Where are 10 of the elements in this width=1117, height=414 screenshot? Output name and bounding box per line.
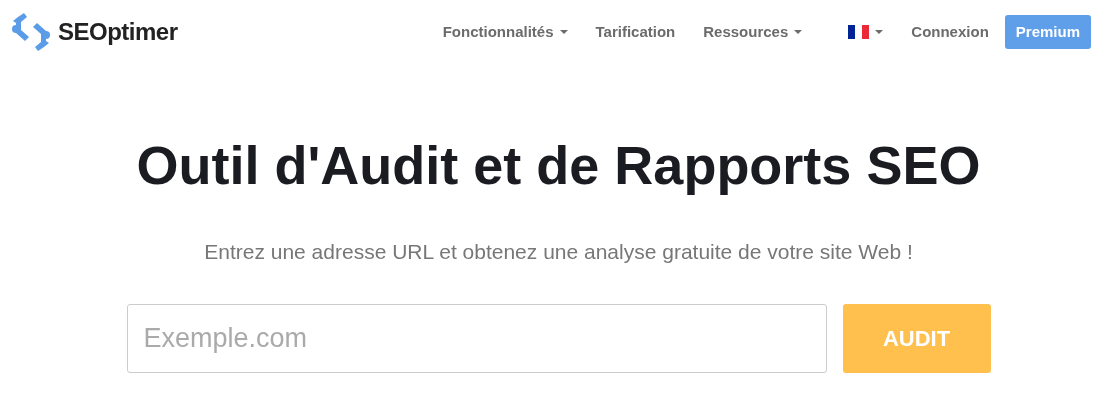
- logo-text[interactable]: SEOptimer: [58, 14, 178, 50]
- login-link[interactable]: Connexion: [911, 20, 989, 44]
- nav-link[interactable]: Tarification: [595, 20, 676, 44]
- language-menu[interactable]: [848, 25, 884, 39]
- nav-link[interactable]: Fonctionnalités: [442, 20, 568, 44]
- flag-icon: [848, 25, 870, 39]
- url-input-field[interactable]: Exemple.com: [126, 303, 827, 373]
- subtitle: Entrez une adresse URL et obtenez une analyse gratuite de votre site Web !: [204, 239, 913, 265]
- premium-button[interactable]: Premium: [1004, 14, 1091, 50]
- nav-link[interactable]: Ressources: [703, 20, 803, 44]
